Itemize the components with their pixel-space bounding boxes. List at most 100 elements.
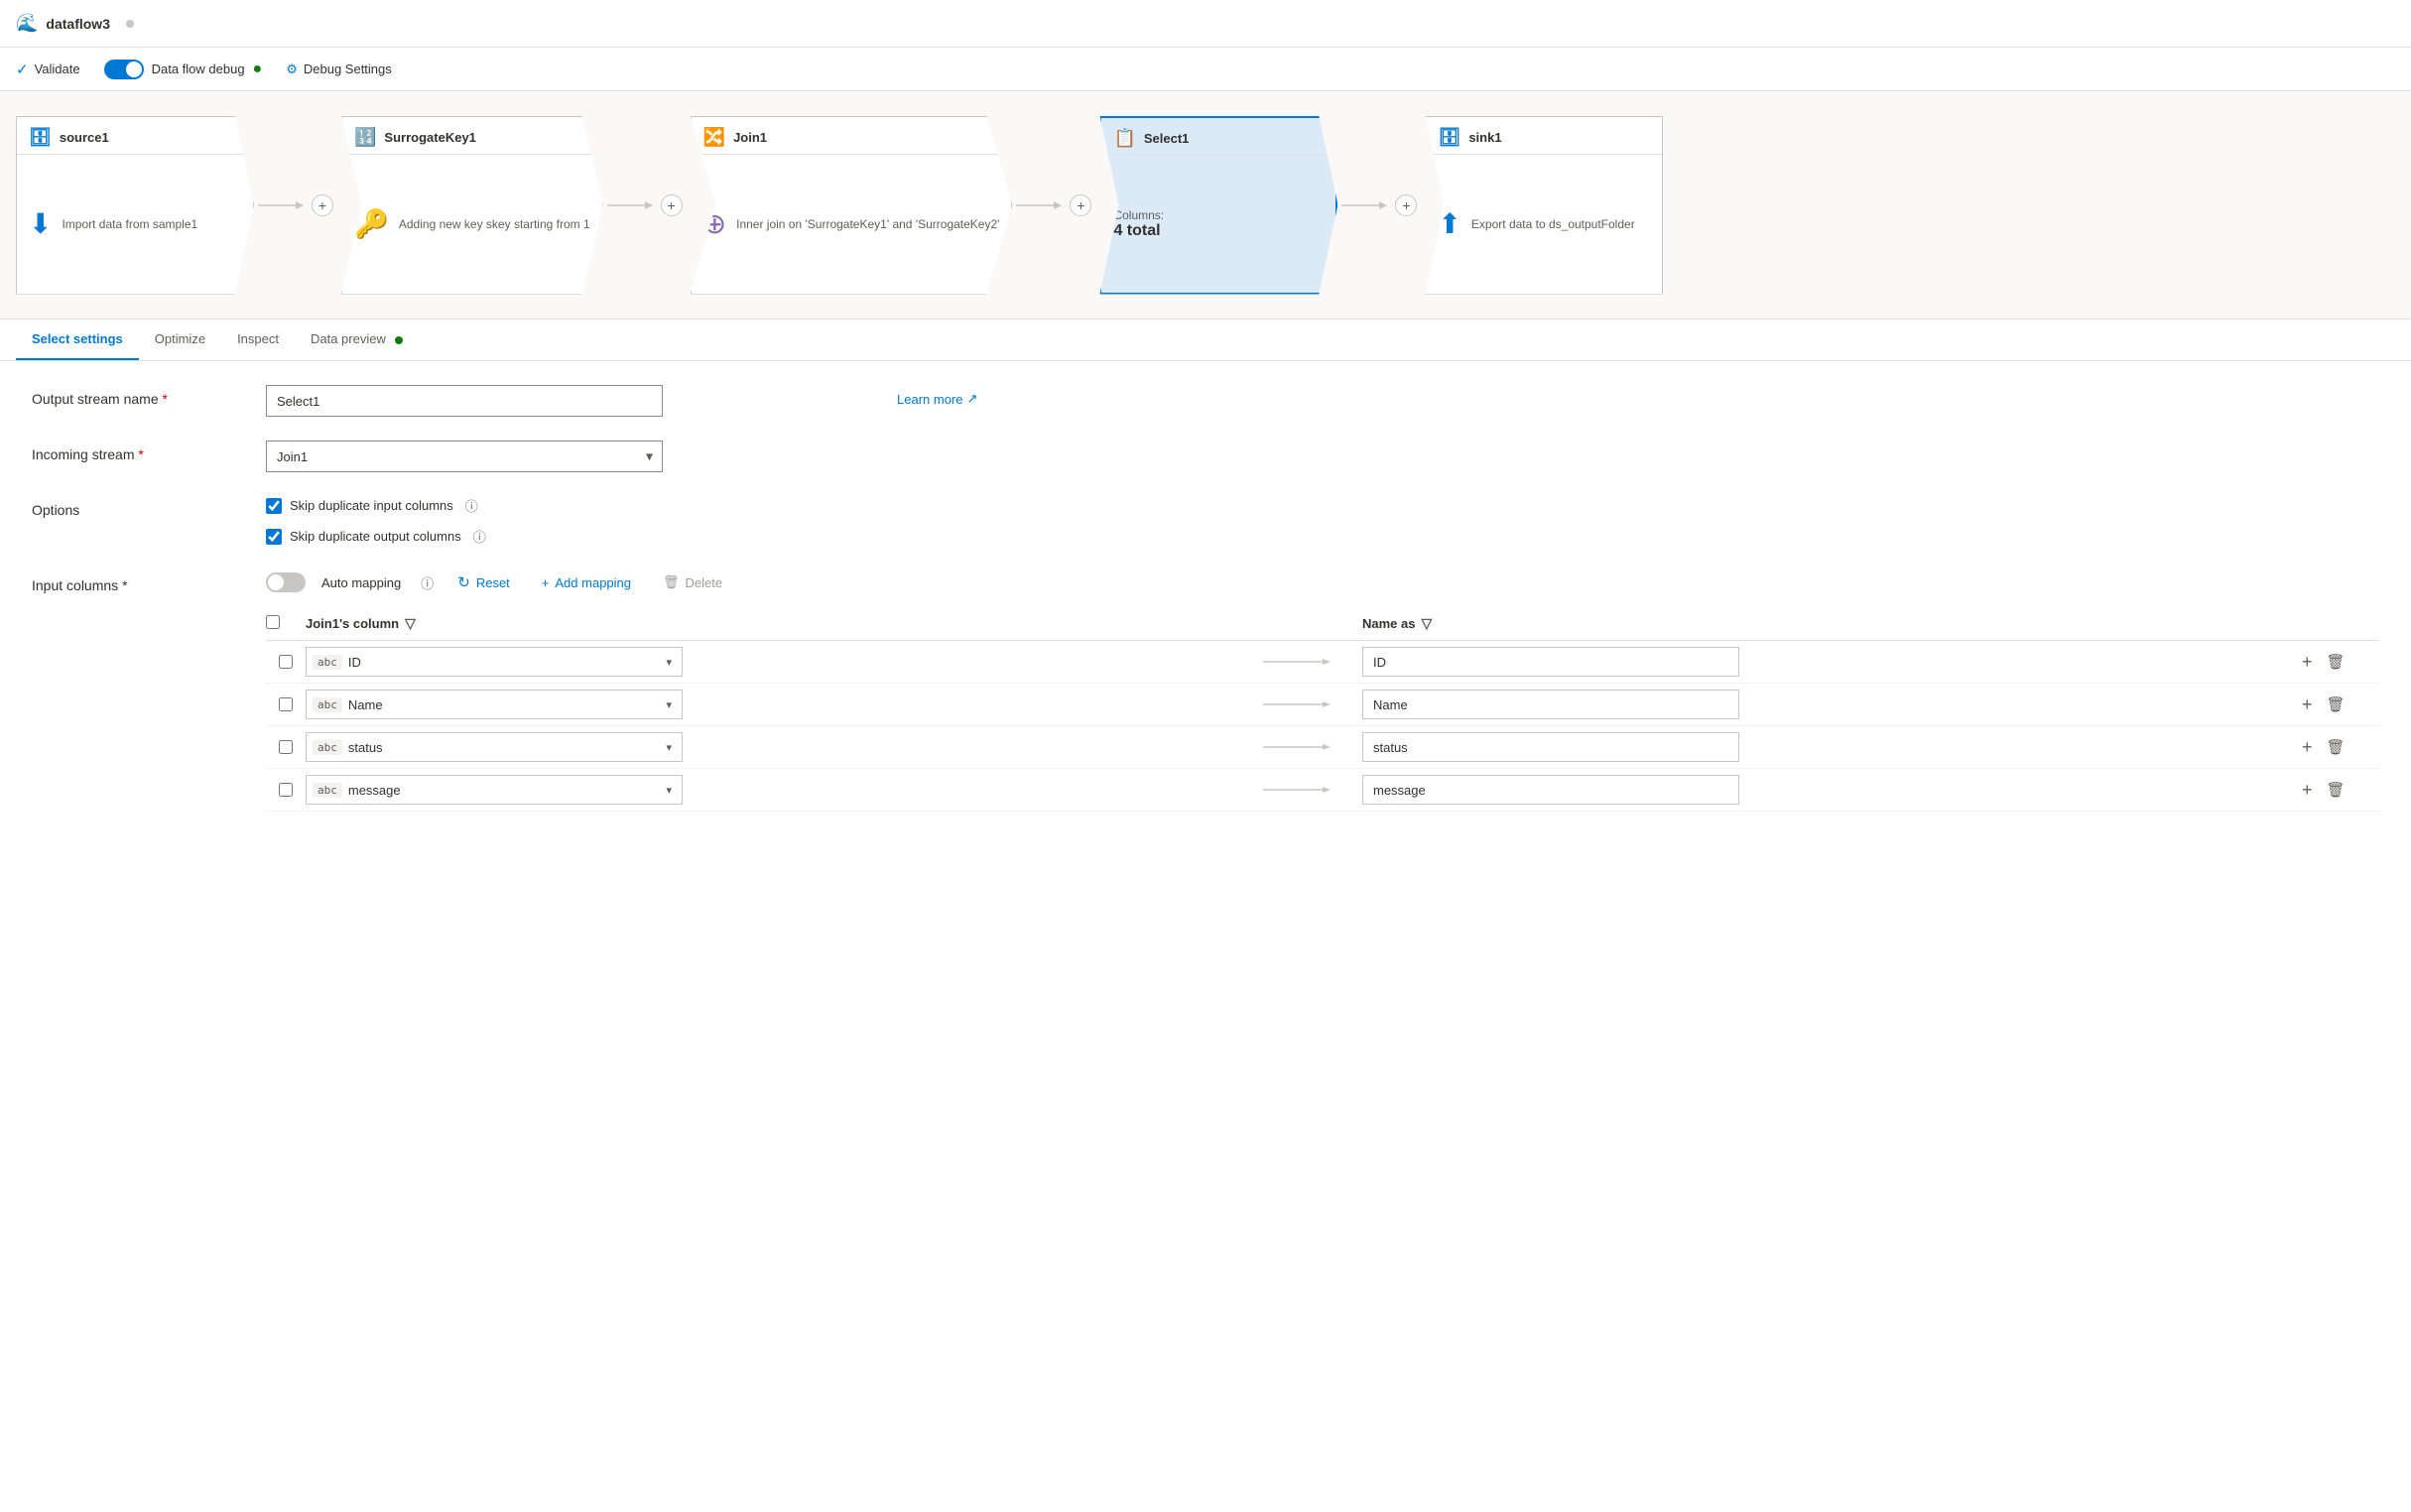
skip-duplicate-output-checkbox[interactable] bbox=[266, 529, 282, 545]
row-source-input-3[interactable] bbox=[348, 783, 667, 798]
output-stream-input[interactable] bbox=[266, 385, 663, 417]
row-source-input-0[interactable] bbox=[348, 655, 667, 670]
node-header-source1: 🗄 source1 bbox=[17, 117, 253, 155]
incoming-stream-select[interactable]: Join1 bbox=[266, 441, 663, 472]
table-row: abc ▾ + 🗑 bbox=[266, 641, 2379, 684]
table-row: abc ▾ + 🗑 bbox=[266, 684, 2379, 726]
tab-data-preview[interactable]: Data preview bbox=[295, 319, 420, 360]
row-arrow-svg-0 bbox=[1263, 654, 1342, 670]
auto-mapping-toggle[interactable] bbox=[266, 572, 306, 592]
row-check-3 bbox=[266, 783, 306, 797]
debug-toggle-item[interactable]: Data flow debug ● bbox=[104, 60, 263, 79]
row-source-0: abc ▾ bbox=[306, 647, 1243, 677]
app-title: 🌊 dataflow3 bbox=[16, 13, 134, 34]
dataflow-icon: 🌊 bbox=[16, 13, 38, 34]
output-stream-row: Output stream name * Learn more ↗ bbox=[32, 385, 2379, 417]
row-arrow-1 bbox=[1243, 696, 1362, 712]
row-checkbox-0[interactable] bbox=[279, 655, 293, 669]
skip-duplicate-output-row: Skip duplicate output columns ⓘ bbox=[266, 527, 486, 546]
learn-more-link[interactable]: Learn more ↗ bbox=[897, 385, 977, 407]
skip-duplicate-input-row: Skip duplicate input columns ⓘ bbox=[266, 496, 486, 515]
options-row: Options Skip duplicate input columns ⓘ S… bbox=[32, 496, 2379, 546]
tab-inspect[interactable]: Inspect bbox=[221, 319, 295, 360]
row-source-input-1[interactable] bbox=[348, 697, 667, 712]
row-add-button-0[interactable]: + bbox=[2300, 650, 2315, 675]
row-add-button-2[interactable]: + bbox=[2300, 735, 2315, 760]
row-add-button-3[interactable]: + bbox=[2300, 778, 2315, 803]
tab-select-settings[interactable]: Select settings bbox=[16, 319, 139, 360]
incoming-stream-label: Incoming stream * bbox=[32, 441, 250, 462]
pipeline-node-select1[interactable]: 📋 Select1 Columns: 4 total bbox=[1099, 116, 1337, 295]
row-source-3: abc ▾ bbox=[306, 775, 1243, 805]
options-checkboxes: Skip duplicate input columns ⓘ Skip dupl… bbox=[266, 496, 486, 546]
row-target-input-1[interactable] bbox=[1362, 690, 1739, 719]
add-node-3-button[interactable]: + bbox=[1070, 194, 1091, 216]
row-checkbox-2[interactable] bbox=[279, 740, 293, 754]
row-target-1 bbox=[1362, 690, 2300, 719]
input-columns-content: Auto mapping ⓘ ↻ Reset + Add mapping 🗑 D… bbox=[266, 569, 2379, 812]
target-filter-icon[interactable]: ▽ bbox=[1421, 615, 1432, 632]
row-checkbox-1[interactable] bbox=[279, 697, 293, 711]
row-delete-button-0[interactable]: 🗑 bbox=[2325, 651, 2348, 673]
debug-settings-button[interactable]: ⚙ Debug Settings bbox=[286, 62, 392, 77]
mapping-rows-container: abc ▾ + 🗑 abc ▾ bbox=[266, 641, 2379, 812]
source-dropdown-icon-3[interactable]: ▾ bbox=[666, 784, 676, 797]
source-filter-icon[interactable]: ▽ bbox=[405, 615, 416, 632]
output-stream-label: Output stream name * bbox=[32, 385, 250, 407]
pipeline-canvas: 🗄 source1 ⬇ Import data from sample1 + 🔢… bbox=[0, 91, 2411, 319]
pipeline-node-join1[interactable]: 🔀 Join1 ⊕ Inner join on 'SurrogateKey1' … bbox=[691, 116, 1013, 295]
node-source-icon: ⬇ bbox=[29, 207, 52, 240]
node-columns-info: Columns: 4 total bbox=[1113, 208, 1164, 240]
auto-mapping-info-icon[interactable]: ⓘ bbox=[421, 573, 434, 592]
source-col-header: Join1's column ▽ bbox=[306, 615, 1243, 632]
row-source-wrapper-1: abc ▾ bbox=[306, 690, 683, 719]
row-target-input-3[interactable] bbox=[1362, 775, 1739, 805]
row-add-button-1[interactable]: + bbox=[2300, 693, 2315, 717]
validate-button[interactable]: ✓ Validate bbox=[16, 61, 80, 78]
add-node-4-button[interactable]: + bbox=[1395, 194, 1417, 216]
row-actions-3: + 🗑 bbox=[2300, 778, 2379, 803]
row-check-0 bbox=[266, 655, 306, 669]
delete-button[interactable]: 🗑 Delete bbox=[655, 570, 730, 594]
pipeline-node-source1[interactable]: 🗄 source1 ⬇ Import data from sample1 bbox=[16, 116, 254, 295]
options-label: Options bbox=[32, 496, 250, 518]
source-dropdown-icon-1[interactable]: ▾ bbox=[666, 698, 676, 711]
row-target-input-0[interactable] bbox=[1362, 647, 1739, 677]
add-node-1-button[interactable]: + bbox=[312, 194, 333, 216]
row-source-2: abc ▾ bbox=[306, 732, 1243, 762]
pipeline-node-sink1[interactable]: 🗄 sink1 ⬆ Export data to ds_outputFolder bbox=[1425, 116, 1663, 295]
row-checkbox-3[interactable] bbox=[279, 783, 293, 797]
skip-duplicate-input-checkbox[interactable] bbox=[266, 498, 282, 514]
select-all-checkbox[interactable] bbox=[266, 615, 280, 629]
reset-button[interactable]: ↻ Reset bbox=[449, 569, 518, 595]
delete-icon: 🗑 bbox=[663, 574, 680, 590]
add-mapping-button[interactable]: + Add mapping bbox=[534, 571, 639, 594]
row-delete-button-1[interactable]: 🗑 bbox=[2325, 693, 2348, 715]
skip-input-info-icon[interactable]: ⓘ bbox=[465, 496, 478, 515]
node-join-icon: ⊕ bbox=[703, 207, 726, 240]
table-row: abc ▾ + 🗑 bbox=[266, 769, 2379, 812]
skip-output-info-icon[interactable]: ⓘ bbox=[473, 527, 486, 546]
add-node-2-button[interactable]: + bbox=[661, 194, 683, 216]
row-delete-button-3[interactable]: 🗑 bbox=[2325, 779, 2348, 801]
debug-toggle[interactable] bbox=[104, 60, 144, 79]
node-header-surrogatekey1: 🔢 SurrogateKey1 bbox=[342, 117, 602, 155]
tab-optimize[interactable]: Optimize bbox=[139, 319, 221, 360]
row-target-input-2[interactable] bbox=[1362, 732, 1739, 762]
row-delete-button-2[interactable]: 🗑 bbox=[2325, 736, 2348, 758]
row-source-input-2[interactable] bbox=[348, 740, 667, 755]
abc-tag-1: abc bbox=[313, 697, 342, 712]
row-arrow-svg-3 bbox=[1263, 782, 1342, 798]
row-arrow-0 bbox=[1243, 654, 1362, 670]
debug-status-icon: ● bbox=[253, 61, 263, 78]
source-dropdown-icon-2[interactable]: ▾ bbox=[666, 741, 676, 754]
add-icon: + bbox=[542, 575, 550, 590]
node-icon-sink: 🗄 bbox=[1438, 127, 1460, 148]
settings-panel: Output stream name * Learn more ↗ Incomi… bbox=[0, 361, 2411, 859]
row-arrow-3 bbox=[1243, 782, 1362, 798]
required-marker-1: * bbox=[163, 391, 168, 407]
input-columns-controls: Auto mapping ⓘ ↻ Reset + Add mapping 🗑 D… bbox=[266, 569, 2379, 595]
source-dropdown-icon-0[interactable]: ▾ bbox=[666, 656, 676, 669]
row-actions-1: + 🗑 bbox=[2300, 693, 2379, 717]
pipeline-node-surrogatekey1[interactable]: 🔢 SurrogateKey1 🔑 Adding new key skey st… bbox=[341, 116, 603, 295]
